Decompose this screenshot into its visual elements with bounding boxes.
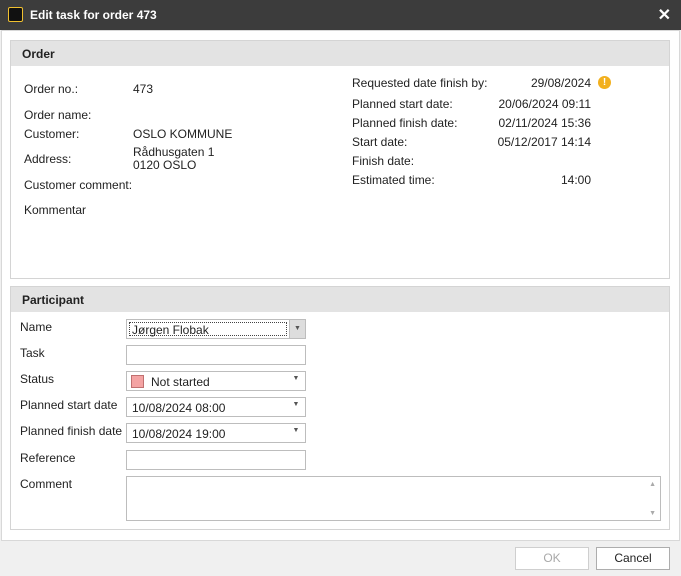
order-name-label: Order name: [24,108,92,122]
title-bar: Edit task for order 473 ✕ [0,0,681,30]
close-icon[interactable]: ✕ [658,5,671,25]
comment-label: Comment [20,477,73,491]
start-date-label: Start date: [352,135,408,149]
status-value: Not started [151,375,210,389]
address-value: Rådhusgaten 1 0120 OSLO [133,145,215,172]
participant-section-header: Participant [11,287,669,312]
reference-label: Reference [20,451,76,465]
requested-date-value: 29/08/2024 [530,76,591,90]
task-input[interactable] [126,345,306,365]
start-date-value: 05/12/2017 14:14 [497,135,591,149]
estimated-time-value: 14:00 [560,173,591,187]
requested-date-label: Requested date finish by: [352,76,488,90]
status-label: Status [20,372,55,386]
window-title: Edit task for order 473 [30,8,157,22]
customer-comment-label: Customer comment: [24,178,133,192]
planned-finish-value: 02/11/2024 15:36 [498,116,591,130]
name-dropdown[interactable]: Jørgen Flobak ▼ [126,319,306,339]
chevron-down-icon[interactable]: ▼ [290,375,302,382]
scroll-up-icon[interactable]: ▲ [649,481,656,488]
planned-finish-date-label: Planned finish date [20,424,123,438]
planned-start-date-picker[interactable]: 10/08/2024 08:00 ▼ [126,397,306,417]
planned-start-value: 20/06/2024 09:11 [498,97,591,111]
task-label: Task [20,346,45,360]
scroll-down-icon[interactable]: ▼ [649,510,656,517]
planned-finish-label: Planned finish date: [352,116,458,130]
planned-start-label: Planned start date: [352,97,453,111]
participant-section: Participant Name Jørgen Flobak ▼ Task St… [10,286,670,530]
comment-textarea[interactable]: ▲ ▼ [126,476,661,521]
finish-date-label: Finish date: [352,154,415,168]
planned-finish-date-picker[interactable]: 10/08/2024 19:00 ▼ [126,423,306,443]
app-icon [8,7,23,22]
estimated-time-label: Estimated time: [352,173,435,187]
name-value: Jørgen Flobak [132,323,209,337]
name-label: Name [20,320,53,334]
order-section-header: Order [11,41,669,66]
order-section: Order Order no.: 473 Order name: Custome… [10,40,670,279]
chevron-down-icon[interactable]: ▼ [289,320,305,338]
planned-finish-date-value: 10/08/2024 19:00 [132,427,226,441]
warning-icon: ! [598,76,611,89]
ok-button[interactable]: OK [515,547,589,570]
kommentar-label: Kommentar [24,203,87,217]
order-no-label: Order no.: [24,82,79,96]
cancel-button[interactable]: Cancel [596,547,670,570]
customer-label: Customer: [24,127,80,141]
planned-start-date-value: 10/08/2024 08:00 [132,401,226,415]
chevron-down-icon[interactable]: ▼ [290,427,302,434]
address-label: Address: [24,152,72,166]
status-dropdown[interactable]: Not started ▼ [126,371,306,391]
customer-value: OSLO KOMMUNE [133,127,233,141]
reference-input[interactable] [126,450,306,470]
planned-start-date-label: Planned start date [20,398,118,412]
chevron-down-icon[interactable]: ▼ [290,401,302,408]
order-no-value: 473 [133,82,154,96]
status-color-swatch [131,375,144,388]
